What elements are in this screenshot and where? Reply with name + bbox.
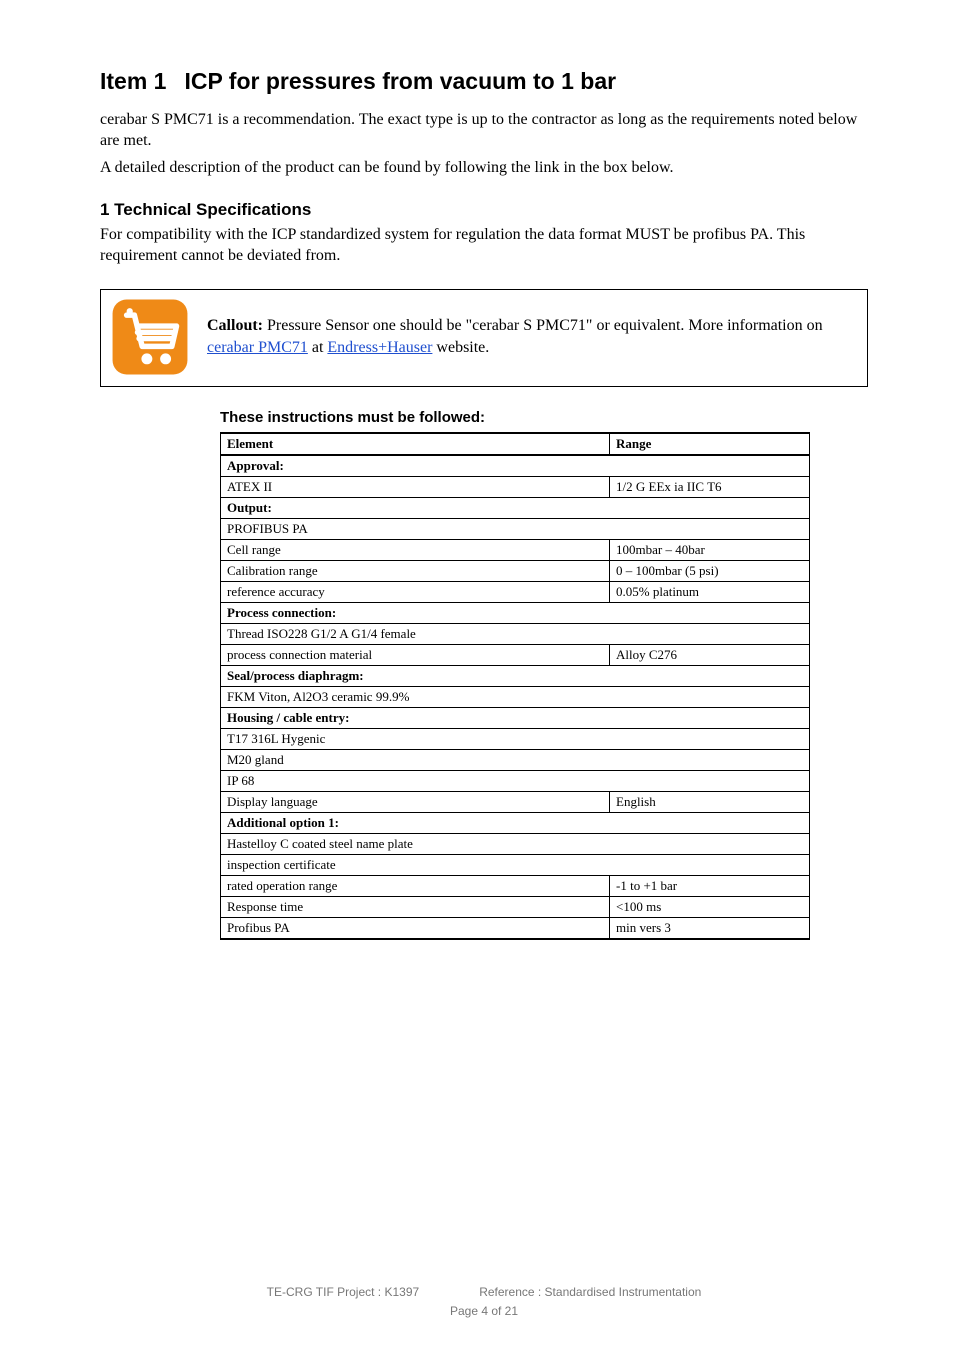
- table-cell-element: Cell range: [221, 539, 610, 560]
- section-header: 1 Technical Specifications: [100, 200, 868, 220]
- table-row: Thread ISO228 G1/2 A G1/4 female: [221, 623, 810, 644]
- table-header-row: Element Range: [221, 433, 810, 455]
- table-cell: FKM Viton, Al2O3 ceramic 99.9%: [221, 686, 810, 707]
- footer-page-number: Page 4 of 21: [100, 1303, 868, 1320]
- callout-box: Callout: Pressure Sensor one should be "…: [100, 289, 868, 387]
- intro-paragraph-1: cerabar S PMC71 is a recommendation. The…: [100, 109, 868, 151]
- table-cell-range: 0 – 100mbar (5 psi): [610, 560, 810, 581]
- table-cell-element: Response time: [221, 896, 610, 917]
- table-row: T17 316L Hygenic: [221, 728, 810, 749]
- spec-table: Element Range Approval:ATEX II1/2 G EEx …: [220, 432, 810, 940]
- table-cell: inspection certificate: [221, 854, 810, 875]
- table-cell-element: Calibration range: [221, 560, 610, 581]
- table-group-header: Output:: [221, 497, 810, 518]
- table-cell: Thread ISO228 G1/2 A G1/4 female: [221, 623, 810, 644]
- table-row: inspection certificate: [221, 854, 810, 875]
- table-cell-element: Display language: [221, 791, 610, 812]
- table-group-label: Process connection:: [221, 602, 810, 623]
- table-cell: Hastelloy C coated steel name plate: [221, 833, 810, 854]
- table-cell-element: reference accuracy: [221, 581, 610, 602]
- table-cell-element: process connection material: [221, 644, 610, 665]
- table-header-range: Range: [610, 433, 810, 455]
- table-row: Cell range100mbar – 40bar: [221, 539, 810, 560]
- table-header-element: Element: [221, 433, 610, 455]
- table-cell-element: ATEX II: [221, 476, 610, 497]
- page-footer: TE-CRG TIF Project : K1397 Reference : S…: [100, 1284, 868, 1320]
- table-group-label: Approval:: [221, 455, 810, 477]
- footer-reference: Reference : Standardised Instrumentation: [479, 1285, 701, 1299]
- table-cell-range: min vers 3: [610, 917, 810, 939]
- table-cell-element: Profibus PA: [221, 917, 610, 939]
- intro-paragraph-2: A detailed description of the product ca…: [100, 157, 868, 178]
- table-row: reference accuracy0.05% platinum: [221, 581, 810, 602]
- callout-label: Callout:: [207, 317, 263, 334]
- table-cell-range: 0.05% platinum: [610, 581, 810, 602]
- instructions-header: These instructions must be followed:: [220, 409, 868, 426]
- callout-text: Callout: Pressure Sensor one should be "…: [207, 315, 857, 358]
- heading-item-number: Item 1: [100, 68, 166, 95]
- table-row: Response time<100 ms: [221, 896, 810, 917]
- section-body: For compatibility with the ICP standardi…: [100, 224, 868, 266]
- table-cell-range: -1 to +1 bar: [610, 875, 810, 896]
- table-row: rated operation range-1 to +1 bar: [221, 875, 810, 896]
- table-cell: M20 gland: [221, 749, 810, 770]
- footer-project: TE-CRG TIF Project : K1397: [267, 1285, 420, 1299]
- table-cell-range: 1/2 G EEx ia IIC T6: [610, 476, 810, 497]
- table-group-header: Housing / cable entry:: [221, 707, 810, 728]
- callout-link-product[interactable]: cerabar PMC71: [207, 339, 308, 356]
- table-row: Display languageEnglish: [221, 791, 810, 812]
- table-group-header: Approval:: [221, 455, 810, 477]
- table-row: PROFIBUS PA: [221, 518, 810, 539]
- heading-title: ICP for pressures from vacuum to 1 bar: [184, 68, 616, 95]
- callout-suffix: website.: [436, 339, 489, 356]
- table-cell-range: Alloy C276: [610, 644, 810, 665]
- callout-link-vendor[interactable]: Endress+Hauser: [327, 339, 432, 356]
- table-group-header: Additional option 1:: [221, 812, 810, 833]
- table-row: Profibus PAmin vers 3: [221, 917, 810, 939]
- shopping-cart-icon: [111, 298, 189, 376]
- table-group-label: Additional option 1:: [221, 812, 810, 833]
- table-cell-range: <100 ms: [610, 896, 810, 917]
- callout-prefix: Pressure Sensor one should be "cerabar S…: [267, 317, 823, 334]
- table-row: IP 68: [221, 770, 810, 791]
- table-cell: IP 68: [221, 770, 810, 791]
- table-row: process connection materialAlloy C276: [221, 644, 810, 665]
- table-group-header: Seal/process diaphragm:: [221, 665, 810, 686]
- table-row: Hastelloy C coated steel name plate: [221, 833, 810, 854]
- table-row: Calibration range0 – 100mbar (5 psi): [221, 560, 810, 581]
- table-row: ATEX II1/2 G EEx ia IIC T6: [221, 476, 810, 497]
- table-group-label: Housing / cable entry:: [221, 707, 810, 728]
- table-cell: T17 316L Hygenic: [221, 728, 810, 749]
- table-row: FKM Viton, Al2O3 ceramic 99.9%: [221, 686, 810, 707]
- table-group-header: Process connection:: [221, 602, 810, 623]
- table-cell-range: 100mbar – 40bar: [610, 539, 810, 560]
- table-group-label: Output:: [221, 497, 810, 518]
- table-cell-range: English: [610, 791, 810, 812]
- callout-middle: at: [312, 339, 328, 356]
- table-cell: PROFIBUS PA: [221, 518, 810, 539]
- table-group-label: Seal/process diaphragm:: [221, 665, 810, 686]
- table-cell-element: rated operation range: [221, 875, 610, 896]
- table-row: M20 gland: [221, 749, 810, 770]
